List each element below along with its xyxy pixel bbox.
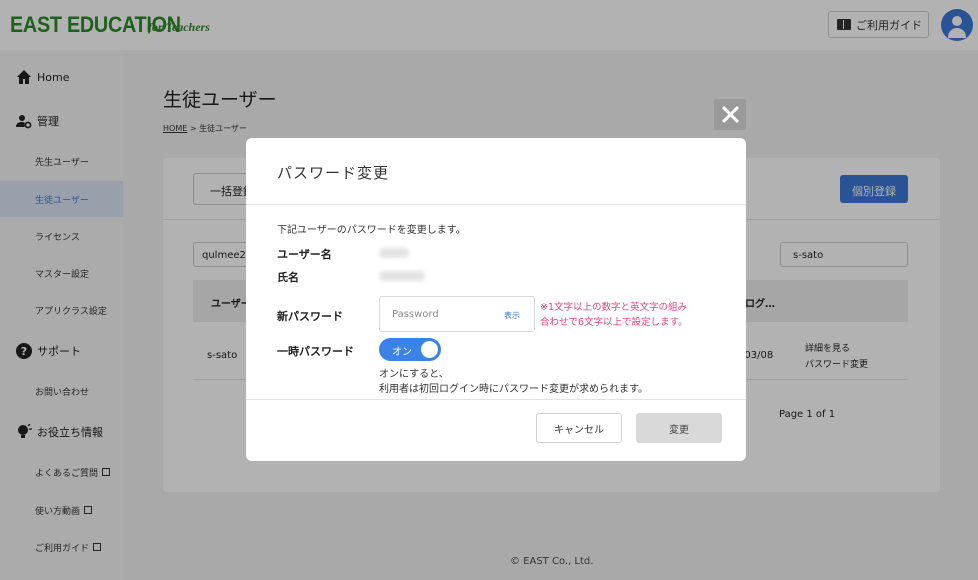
fullname-label: 氏名	[277, 271, 299, 284]
password-rule-line1: ※1文字以上の数字と英文字の組み	[540, 302, 688, 313]
new-password-input[interactable]: Password 表示	[379, 296, 535, 332]
modal-header-divider	[246, 204, 746, 205]
fullname-value-blurred	[379, 271, 425, 281]
close-icon[interactable]	[714, 99, 746, 130]
new-password-label: 新パスワード	[277, 310, 343, 323]
show-password-toggle[interactable]: 表示	[504, 310, 520, 321]
temp-note-line1: オンにすると、	[379, 369, 449, 380]
modal-footer-divider	[246, 399, 746, 400]
password-placeholder: Password	[392, 309, 439, 320]
temp-password-note: オンにすると、 利用者は初回ログイン時にパスワード変更が求められます。	[379, 367, 648, 397]
footer-copyright: © EAST Co., Ltd.	[510, 556, 594, 567]
change-button[interactable]: 変更	[636, 413, 722, 443]
temp-password-toggle[interactable]: オン	[379, 338, 441, 361]
modal-title: パスワード変更	[277, 164, 390, 182]
toggle-knob	[421, 341, 438, 358]
cancel-button[interactable]: キャンセル	[536, 413, 622, 443]
username-label: ユーザー名	[277, 248, 332, 261]
password-rule-note: ※1文字以上の数字と英文字の組み 合わせで6文字以上で設定します。	[540, 300, 720, 330]
username-value-blurred	[379, 248, 409, 258]
temp-note-line2: 利用者は初回ログイン時にパスワード変更が求められます。	[379, 384, 648, 395]
temp-password-label: 一時パスワード	[277, 345, 354, 358]
password-rule-line2: 合わせで6文字以上で設定します。	[540, 317, 688, 328]
toggle-label: オン	[392, 347, 412, 358]
modal-description: 下記ユーザーのパスワードを変更します。	[277, 225, 466, 236]
password-change-modal: パスワード変更 下記ユーザーのパスワードを変更します。 ユーザー名 氏名 新パス…	[246, 138, 746, 461]
